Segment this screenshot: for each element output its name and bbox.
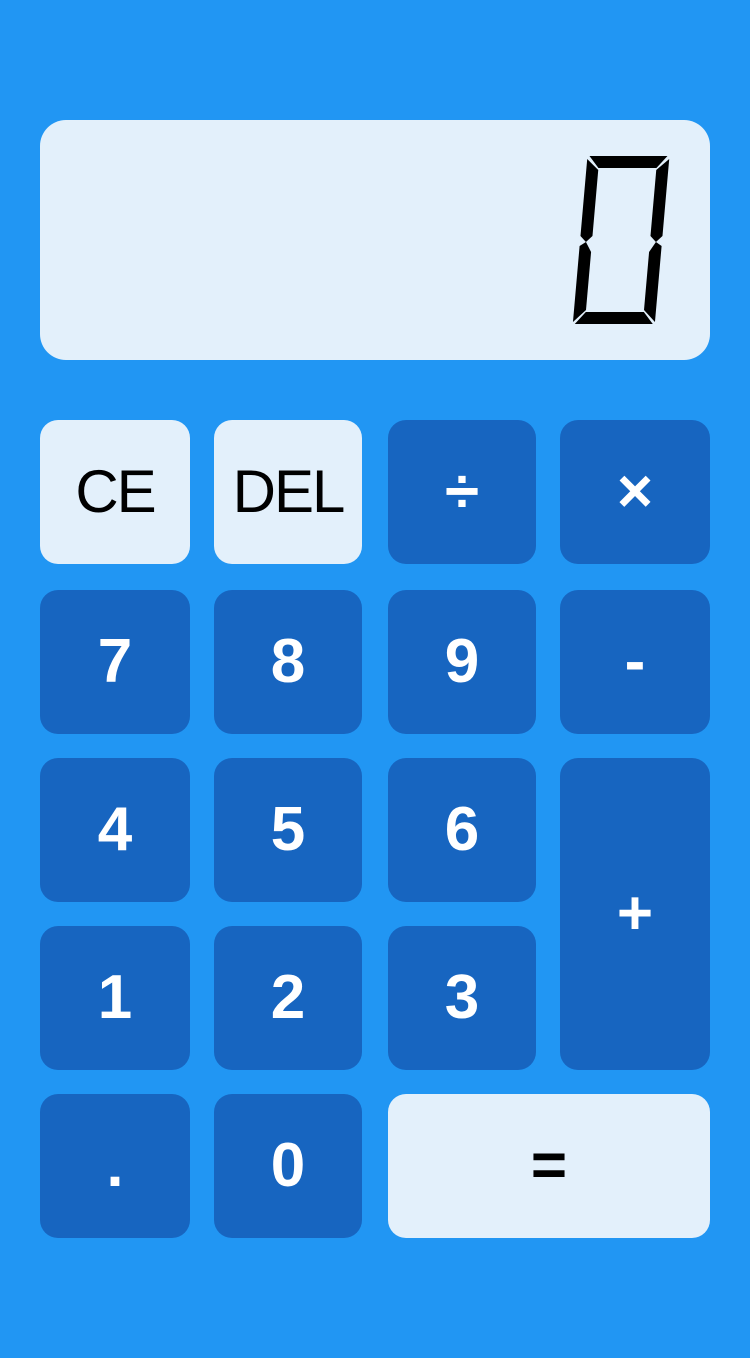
calculator-display: 0 <box>40 120 710 360</box>
digit-6-button[interactable]: 6 <box>388 758 536 902</box>
digit-5-button[interactable]: 5 <box>214 758 362 902</box>
digit-4-button[interactable]: 4 <box>40 758 190 902</box>
decimal-button[interactable]: . <box>40 1094 190 1238</box>
add-button[interactable]: + <box>560 758 710 1070</box>
keypad: CE DEL ÷ × 7 8 9 - 4 5 6 + 1 2 3 . 0 = <box>40 420 710 1238</box>
digit-3-button[interactable]: 3 <box>388 926 536 1070</box>
display-value-text: 0 <box>40 120 41 121</box>
equals-button[interactable]: = <box>388 1094 710 1238</box>
digit-2-button[interactable]: 2 <box>214 926 362 1070</box>
delete-button[interactable]: DEL <box>214 420 362 564</box>
multiply-button[interactable]: × <box>560 420 710 564</box>
subtract-button[interactable]: - <box>560 590 710 734</box>
digit-8-button[interactable]: 8 <box>214 590 362 734</box>
digit-0-button[interactable]: 0 <box>214 1094 362 1238</box>
divide-button[interactable]: ÷ <box>388 420 536 564</box>
digit-7-button[interactable]: 7 <box>40 590 190 734</box>
digit-1-button[interactable]: 1 <box>40 926 190 1070</box>
clear-entry-button[interactable]: CE <box>40 420 190 564</box>
digit-9-button[interactable]: 9 <box>388 590 536 734</box>
display-digit-zero <box>572 156 670 324</box>
